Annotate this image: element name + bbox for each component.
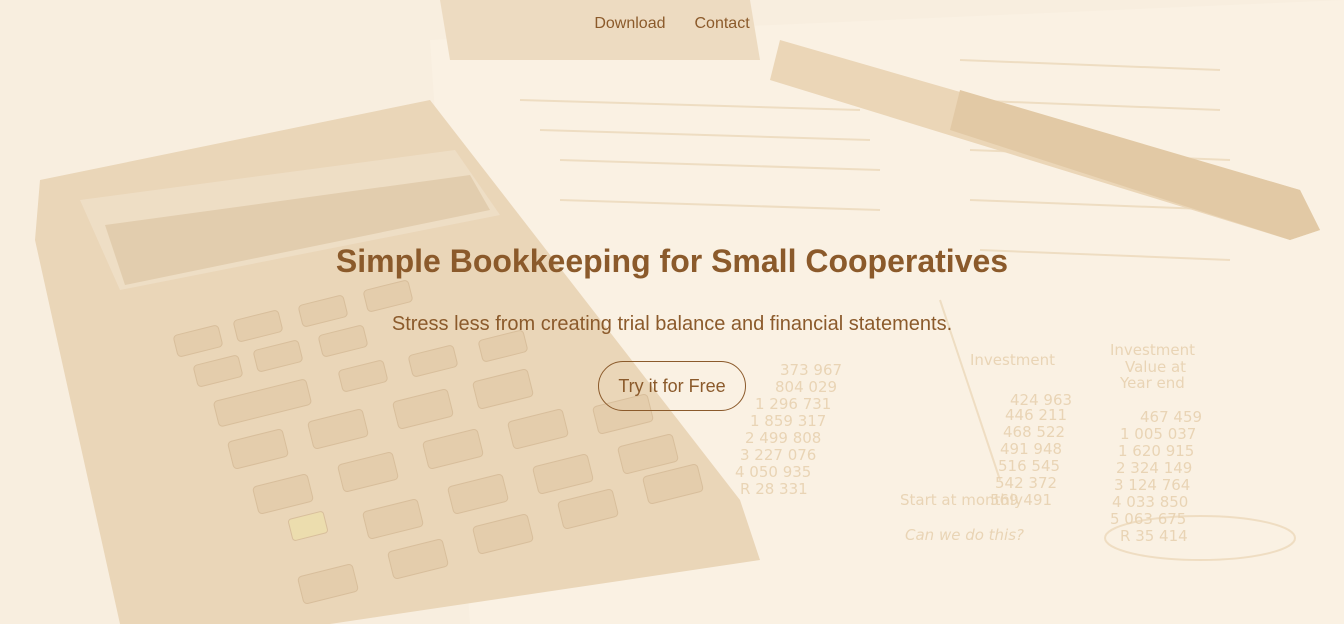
hero-subtitle: Stress less from creating trial balance … (391, 313, 953, 335)
nav-download-link[interactable]: Download (594, 14, 665, 34)
hero-title: Simple Bookkeeping for Small Cooperative… (335, 243, 1009, 279)
top-nav: Download Contact (0, 14, 1344, 34)
try-free-button[interactable]: Try it for Free (598, 361, 746, 411)
hero-section: Simple Bookkeeping for Small Cooperative… (0, 240, 1344, 411)
nav-contact-link[interactable]: Contact (695, 14, 750, 34)
